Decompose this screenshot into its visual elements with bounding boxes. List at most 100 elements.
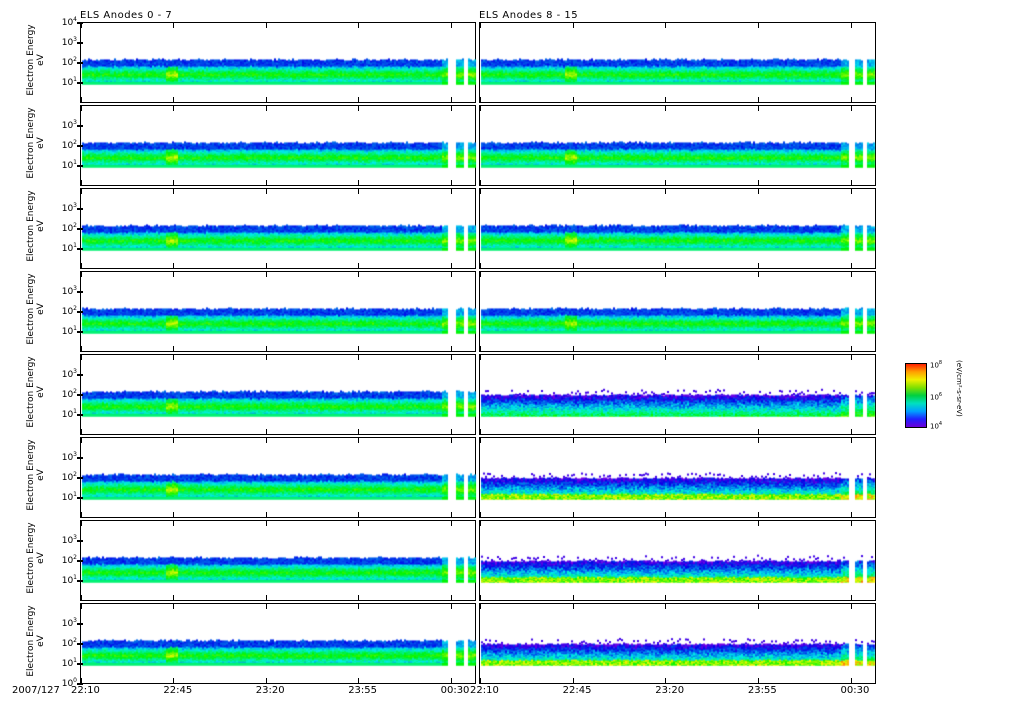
x-tick-mark: [173, 604, 175, 609]
x-tick-mark: [81, 263, 82, 268]
x-tick-mark: [358, 604, 360, 609]
x-tick-mark: [572, 678, 574, 683]
y-tick-mark: [77, 623, 83, 625]
x-tick-mark: [757, 438, 759, 443]
x-tick-mark: [450, 438, 452, 443]
spectrogram-panel-anodes-8-15-5: [479, 354, 877, 436]
spectrogram-panel-anodes-8-15-4: [479, 271, 877, 353]
x-tick-mark: [665, 678, 667, 683]
spectrogram-panel-anodes-0-7-3: [80, 188, 477, 270]
y-tick-label: 101: [53, 408, 77, 420]
spectrogram-panel-anodes-8-15-3: [479, 188, 877, 270]
x-tick-mark: [572, 512, 574, 517]
x-tick-mark: [265, 263, 267, 268]
x-tick-mark: [757, 521, 759, 526]
y-axis-unit: eV: [36, 552, 46, 564]
y-tick-base: 10: [61, 390, 74, 400]
y-tick-label: 102: [53, 56, 77, 68]
x-tick-mark: [757, 512, 759, 517]
x-tick-mark: [450, 263, 452, 268]
y-tick-mark: [77, 165, 83, 167]
spectrogram-panel-anodes-0-7-8: [80, 603, 477, 685]
y-axis-title: Electron Energy: [26, 24, 36, 96]
spectrogram-heatmap: [480, 355, 877, 436]
x-tick-mark: [850, 189, 852, 194]
x-tick-mark: [757, 97, 759, 102]
x-tick-mark: [757, 355, 759, 360]
y-tick-label: 103: [53, 451, 77, 463]
y-tick-base: 10: [61, 410, 74, 420]
y-axis-title: Electron Energy: [26, 273, 36, 345]
x-tick-mark: [572, 521, 574, 526]
x-tick-mark: [358, 678, 360, 683]
x-tick-mark: [81, 521, 82, 526]
y-axis-title: Electron Energy: [26, 605, 36, 677]
spectrogram-heatmap: [81, 189, 477, 270]
y-tick-label: 101: [53, 76, 77, 88]
y-tick-base: 10: [61, 161, 74, 171]
spectrogram-heatmap: [480, 23, 877, 104]
x-tick-mark: [173, 189, 175, 194]
y-axis-label: Electron Energy eV: [26, 186, 46, 266]
spectrogram-heatmap: [480, 189, 877, 270]
x-tick-mark: [173, 521, 175, 526]
x-tick-mark: [572, 438, 574, 443]
date-label: 2007/127: [12, 685, 60, 696]
y-tick-mark: [77, 457, 83, 459]
x-tick-mark: [665, 97, 667, 102]
x-tick-mark: [265, 272, 267, 277]
x-tick-mark: [450, 180, 452, 185]
x-tick-mark: [665, 23, 667, 28]
x-tick-mark: [480, 346, 481, 351]
x-tick-mark: [265, 189, 267, 194]
x-tick-mark: [265, 521, 267, 526]
y-tick-mark: [77, 497, 83, 499]
y-tick-base: 10: [61, 639, 74, 649]
spectrogram-heatmap: [81, 438, 477, 519]
x-tick-mark: [265, 180, 267, 185]
x-tick-mark: [665, 189, 667, 194]
x-tick-label: 00:30: [840, 685, 870, 696]
x-tick-mark: [450, 429, 452, 434]
right-column-title: ELS Anodes 8 - 15: [479, 10, 579, 21]
x-tick-label: 23:20: [655, 685, 685, 696]
y-tick-mark: [77, 643, 83, 645]
x-tick-mark: [480, 438, 481, 443]
x-tick-mark: [665, 355, 667, 360]
x-tick-mark: [850, 346, 852, 351]
y-tick-base: 10: [61, 370, 74, 380]
x-tick-mark: [358, 429, 360, 434]
y-tick-mark: [77, 311, 83, 313]
y-tick-mark: [77, 477, 83, 479]
x-tick-mark: [173, 263, 175, 268]
y-axis-title: Electron Energy: [26, 439, 36, 511]
x-tick-mark: [665, 521, 667, 526]
spectrogram-heatmap: [81, 604, 477, 685]
y-tick-base: 10: [61, 287, 74, 297]
x-tick-mark: [265, 429, 267, 434]
x-tick-mark: [358, 355, 360, 360]
x-tick-mark: [450, 272, 452, 277]
x-tick-mark: [358, 263, 360, 268]
x-tick-mark: [265, 346, 267, 351]
x-tick-mark: [665, 438, 667, 443]
spectrogram-panel-anodes-0-7-5: [80, 354, 477, 436]
y-tick-base: 10: [61, 453, 74, 463]
x-tick-mark: [572, 604, 574, 609]
x-tick-mark: [757, 678, 759, 683]
x-tick-mark: [757, 189, 759, 194]
x-tick-mark: [572, 272, 574, 277]
x-tick-mark: [757, 595, 759, 600]
spectrogram-heatmap: [81, 23, 477, 104]
x-tick-mark: [757, 272, 759, 277]
y-tick-base: 10: [61, 224, 74, 234]
spectrogram-panel-anodes-0-7-7: [80, 520, 477, 602]
y-tick-mark: [77, 394, 83, 396]
y-tick-label: 102: [53, 554, 77, 566]
y-tick-base: 10: [61, 536, 74, 546]
x-tick-mark: [173, 180, 175, 185]
x-tick-mark: [665, 106, 667, 111]
y-axis-label: Electron Energy eV: [26, 269, 46, 349]
y-tick-label: 103: [53, 36, 77, 48]
y-axis-label: Electron Energy eV: [26, 352, 46, 432]
